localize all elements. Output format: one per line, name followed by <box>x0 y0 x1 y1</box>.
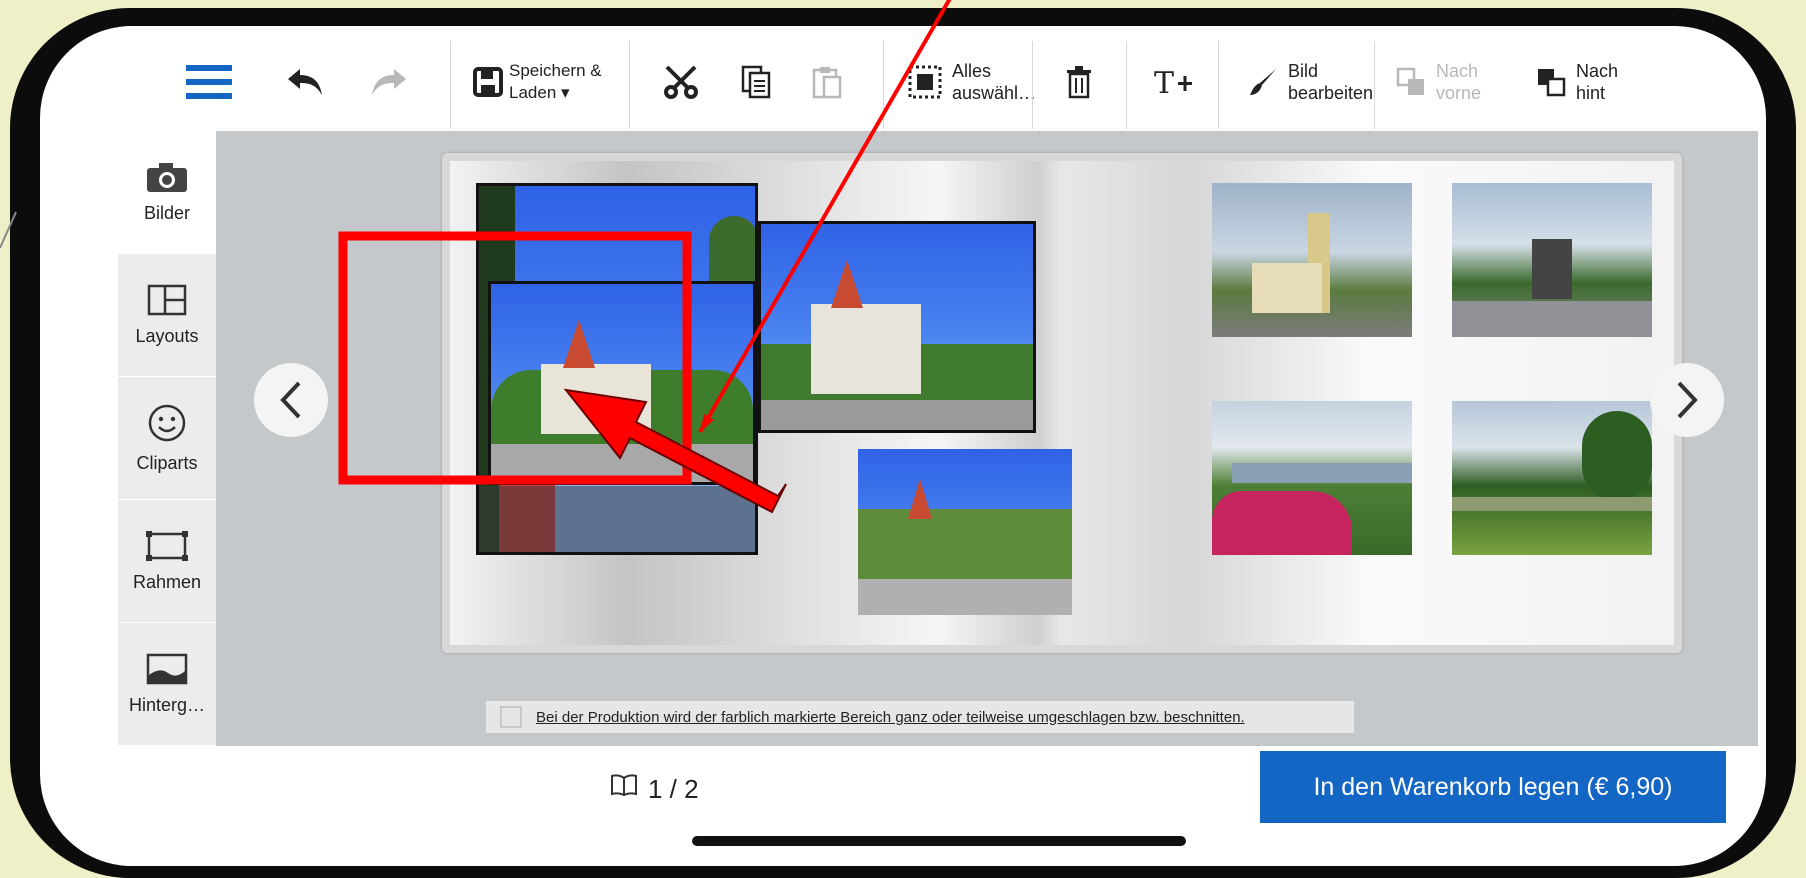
smiley-icon <box>148 404 186 441</box>
photo-church-selected[interactable] <box>488 281 756 485</box>
send-backward-label: Nach hint <box>1576 61 1619 103</box>
brush-icon <box>1250 69 1276 95</box>
photo-church-tower[interactable] <box>1212 183 1412 337</box>
trash-icon <box>1067 66 1091 99</box>
toolbar-divider <box>1374 41 1375 129</box>
flowers-shape <box>1212 491 1352 555</box>
tree-shape <box>1582 411 1652 501</box>
church-wall-shape <box>541 364 651 434</box>
clipboard-icon <box>812 67 842 99</box>
church-spire-shape <box>908 479 932 519</box>
text-plus-icon: T <box>1154 66 1192 99</box>
cut-button[interactable] <box>663 54 699 110</box>
sidebar-item-label: Rahmen <box>132 571 202 592</box>
scissors-icon <box>664 65 698 99</box>
sidebar-item-label: Hinterg… <box>128 694 206 715</box>
chapel-shape <box>1532 239 1572 299</box>
photo-river-meadow[interactable] <box>1452 401 1652 555</box>
select-all-button[interactable]: Alles auswähl… <box>908 54 1036 110</box>
redo-button[interactable] <box>370 54 408 110</box>
road-shape <box>491 444 753 482</box>
photo-church-top[interactable] <box>758 221 1036 433</box>
toolbar-divider <box>1032 41 1033 129</box>
river-shape <box>1232 463 1412 483</box>
home-indicator <box>692 836 1186 846</box>
layout-icon <box>147 284 187 315</box>
river-shape <box>1452 497 1652 511</box>
sidebar: Bilder Layouts Cliparts Rahmen Hinterg… <box>118 131 216 746</box>
road-shape <box>1452 301 1652 337</box>
sidebar-item-layouts[interactable]: Layouts <box>118 254 216 377</box>
church-spire-shape <box>831 260 863 308</box>
page-indicator: 1 / 2 <box>648 774 699 804</box>
bleed-notice-text: Bei der Produktion wird der farblich mar… <box>536 708 1245 726</box>
save-load-label: Speichern & Laden ▾ <box>509 61 602 102</box>
menu-button[interactable] <box>186 54 232 110</box>
sidebar-item-rahmen[interactable]: Rahmen <box>118 500 216 623</box>
toolbar-divider <box>883 41 884 129</box>
next-page-button[interactable] <box>1650 363 1724 437</box>
select-all-icon <box>908 65 942 99</box>
chevron-left-icon <box>280 381 301 419</box>
photo-church-bottom[interactable] <box>858 449 1072 615</box>
svg-text:T: T <box>1154 66 1174 99</box>
edit-image-button[interactable]: Bild bearbeiten <box>1248 54 1373 110</box>
sidebar-item-bilder[interactable]: Bilder <box>118 131 216 254</box>
toolbar-divider <box>629 41 630 129</box>
sidebar-item-cliparts[interactable]: Cliparts <box>118 377 216 500</box>
add-text-button[interactable]: T <box>1154 54 1194 110</box>
photo-chapel[interactable] <box>1452 183 1652 337</box>
save-load-button[interactable]: Speichern & Laden ▾ <box>473 54 602 110</box>
send-backward-icon <box>1538 69 1566 97</box>
copy-icon <box>741 65 771 99</box>
sidebar-item-hintergrund[interactable]: Hinterg… <box>118 623 216 746</box>
church-spire-shape <box>563 320 595 368</box>
bring-forward-icon <box>1396 67 1424 95</box>
select-all-label: Alles auswähl… <box>952 61 1037 103</box>
editor-canvas: Bei der Produktion wird der farblich mar… <box>216 131 1758 746</box>
background-icon <box>146 653 188 684</box>
edit-image-label: Bild bearbeiten <box>1288 61 1374 103</box>
floppy-disk-icon <box>473 67 503 97</box>
toolbar: Speichern & Laden ▾ Alles auswähl… T Bil… <box>118 26 1758 131</box>
app-screen: Speichern & Laden ▾ Alles auswähl… T Bil… <box>40 26 1766 866</box>
bring-forward-button[interactable]: Nach vorne <box>1396 54 1481 110</box>
hamburger-icon <box>186 65 232 99</box>
delete-button[interactable] <box>1066 54 1092 110</box>
undo-icon <box>288 69 322 95</box>
sidebar-item-label: Cliparts <box>136 452 198 473</box>
phone-frame: Speichern & Laden ▾ Alles auswähl… T Bil… <box>10 8 1796 878</box>
toolbar-divider <box>1218 41 1219 129</box>
church-wall-shape <box>811 304 921 394</box>
photo-flowers-river[interactable] <box>1212 401 1412 555</box>
frame-icon <box>146 530 188 561</box>
undo-button[interactable] <box>286 54 324 110</box>
road-shape <box>858 579 1072 615</box>
chevron-right-icon <box>1677 381 1698 419</box>
page-overview-button[interactable] <box>610 774 638 801</box>
trees-shape <box>858 509 1072 579</box>
add-to-cart-button[interactable]: In den Warenkorb legen (€ 6,90) <box>1260 751 1726 823</box>
ground-shape <box>479 486 755 552</box>
redo-icon <box>372 69 406 95</box>
road-shape <box>761 400 1033 430</box>
camera-icon <box>147 162 187 192</box>
toolbar-divider <box>450 41 451 129</box>
paste-button[interactable] <box>812 54 842 110</box>
toolbar-divider <box>1126 41 1127 129</box>
send-backward-button[interactable]: Nach hint <box>1536 54 1618 110</box>
book-icon <box>611 774 637 797</box>
church-wall-shape <box>1252 263 1322 313</box>
sidebar-item-label: Bilder <box>143 202 191 223</box>
photo-book-spread[interactable] <box>442 153 1682 653</box>
copy-button[interactable] <box>741 54 771 110</box>
bring-forward-label: Nach vorne <box>1436 61 1482 103</box>
sidebar-item-label: Layouts <box>135 325 199 346</box>
bleed-color-swatch <box>500 706 522 728</box>
previous-page-button[interactable] <box>254 363 328 437</box>
bleed-notice: Bei der Produktion wird der farblich mar… <box>486 701 1354 733</box>
